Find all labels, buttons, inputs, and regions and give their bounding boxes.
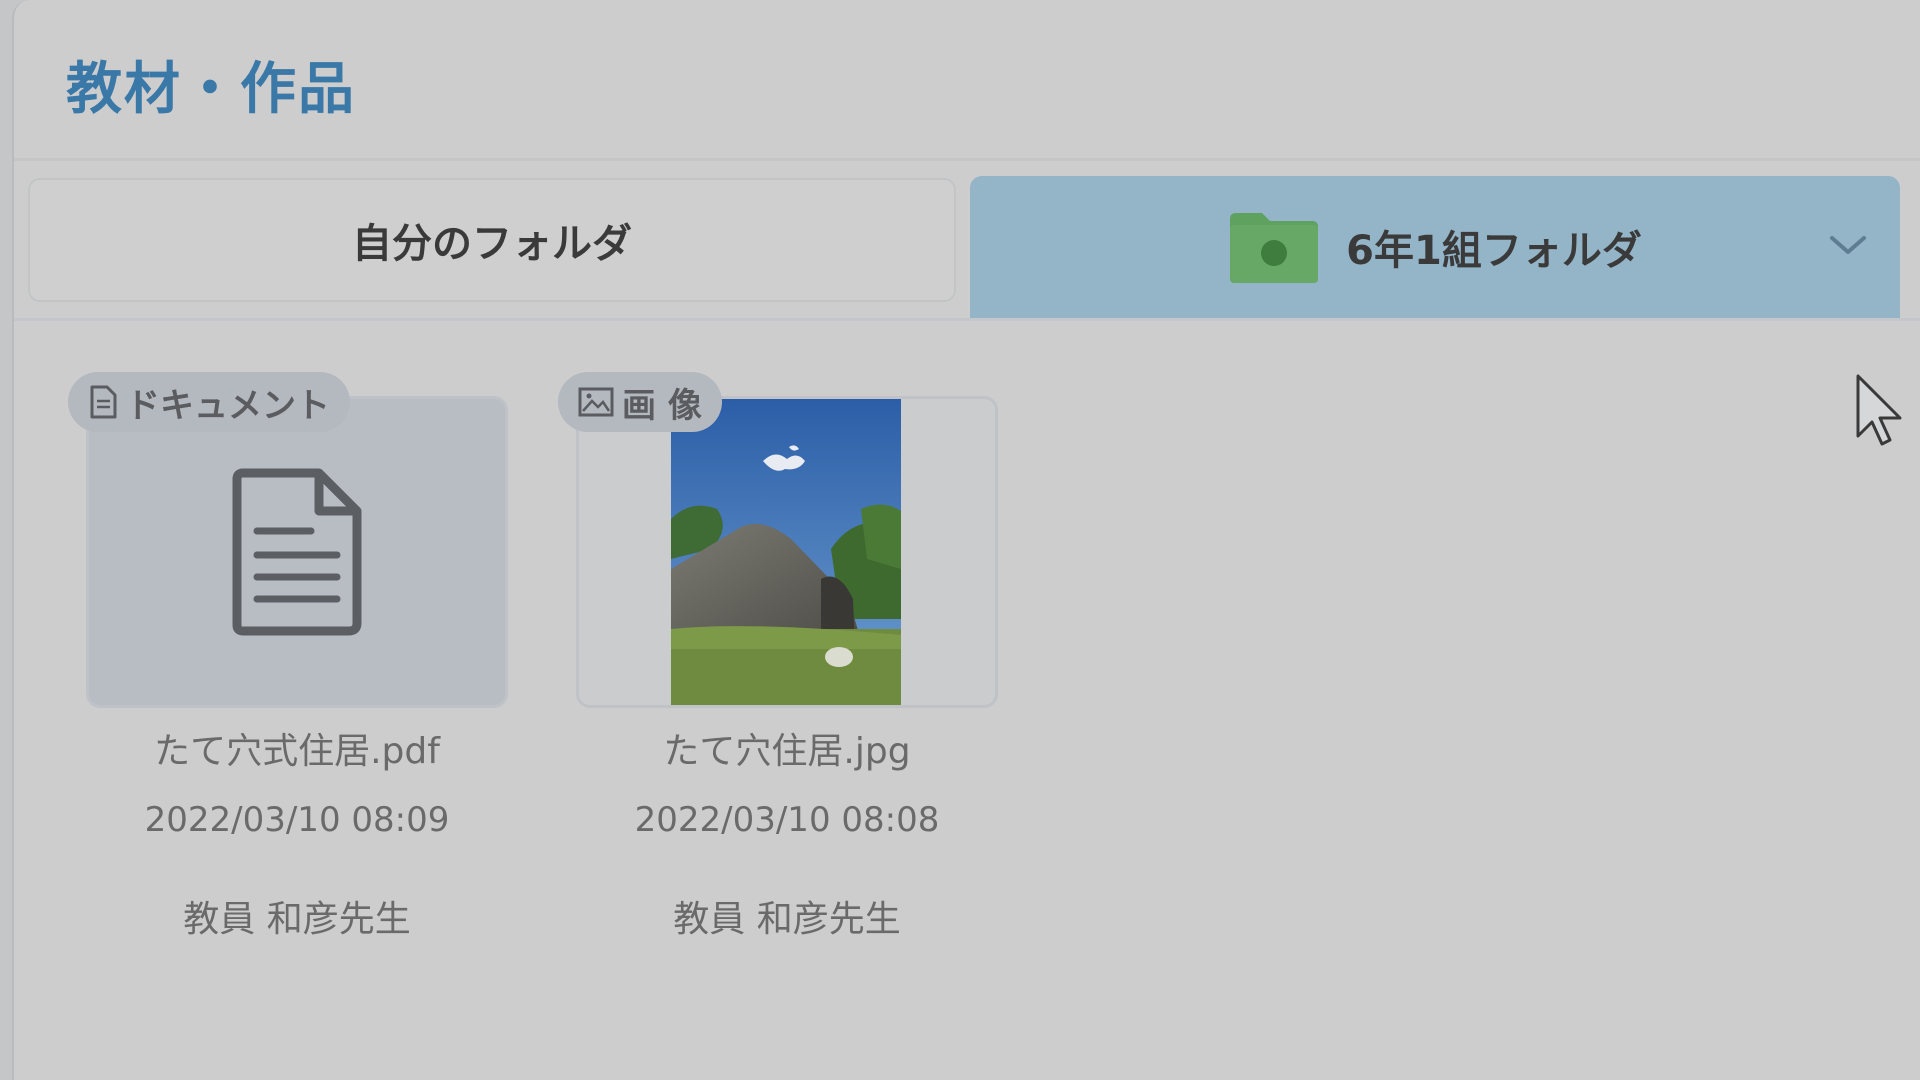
file-author: 教員 和彦先生 (183, 899, 411, 940)
file-date: 2022/03/10 08:08 (634, 800, 940, 840)
tab-class-folder-label: 6年1組フォルダ (1346, 228, 1642, 274)
title-divider (14, 158, 1920, 161)
folder-icon (1230, 213, 1319, 283)
photo-pit-dwelling (671, 399, 901, 705)
tab-own-folder[interactable]: 自分のフォルダ (28, 178, 956, 302)
materials-panel: 教材・作品 自分のフォルダ 6年1組フォルダ ドキュメント たて穴式住居.pdf… (12, 0, 1920, 1080)
file-name: たて穴住居.jpg (663, 731, 911, 772)
file-name: たて穴式住居.pdf (154, 731, 440, 772)
chevron-down-icon[interactable] (1826, 230, 1870, 260)
tab-divider (14, 318, 1920, 321)
image-icon (578, 387, 614, 417)
file-type-label: ドキュメント (126, 385, 330, 426)
file-date: 2022/03/10 08:09 (144, 800, 450, 840)
tab-own-folder-label: 自分のフォルダ (352, 221, 632, 267)
file-type-badge: ドキュメント (68, 372, 350, 432)
file-thumbnail[interactable] (86, 396, 508, 708)
file-author: 教員 和彦先生 (673, 899, 901, 940)
file-type-label: 画 像 (622, 385, 702, 426)
document-icon (90, 385, 117, 419)
document-icon (232, 468, 362, 636)
file-type-badge: 画 像 (558, 372, 722, 432)
class-folder-selector: 6年1組フォルダ (1228, 209, 1642, 285)
tab-class-folder[interactable]: 6年1組フォルダ (970, 176, 1900, 318)
mouse-cursor-icon (1856, 374, 1902, 446)
page-title: 教材・作品 (66, 57, 356, 122)
file-thumbnail[interactable] (576, 396, 998, 708)
